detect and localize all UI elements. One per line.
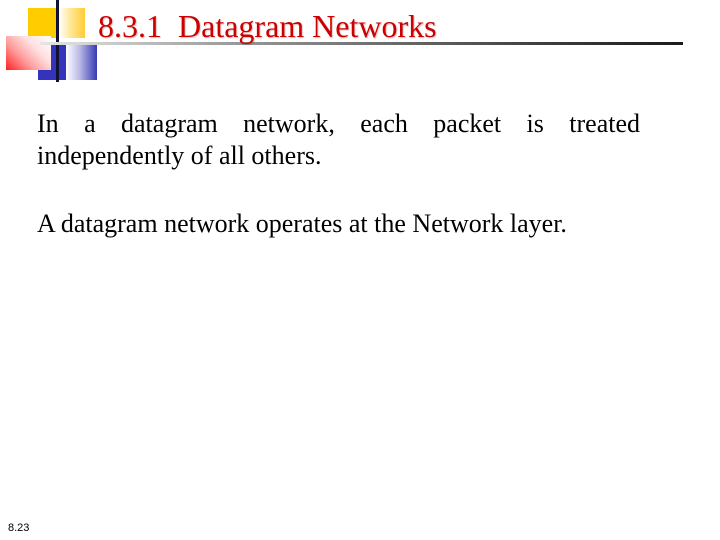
blue-gradient-square — [66, 43, 97, 80]
body-paragraph-2: A datagram network operates at the Netwo… — [37, 209, 567, 238]
yellow-square — [28, 8, 56, 38]
logo-vertical-line — [56, 0, 59, 82]
yellow-gradient-square — [59, 8, 85, 38]
body-paragraph-1: In a datagram network, each packet is tr… — [37, 109, 640, 170]
slide-title: 8.3.1 Datagram Networks — [98, 8, 437, 44]
slide-number: 8.23 — [8, 522, 30, 534]
